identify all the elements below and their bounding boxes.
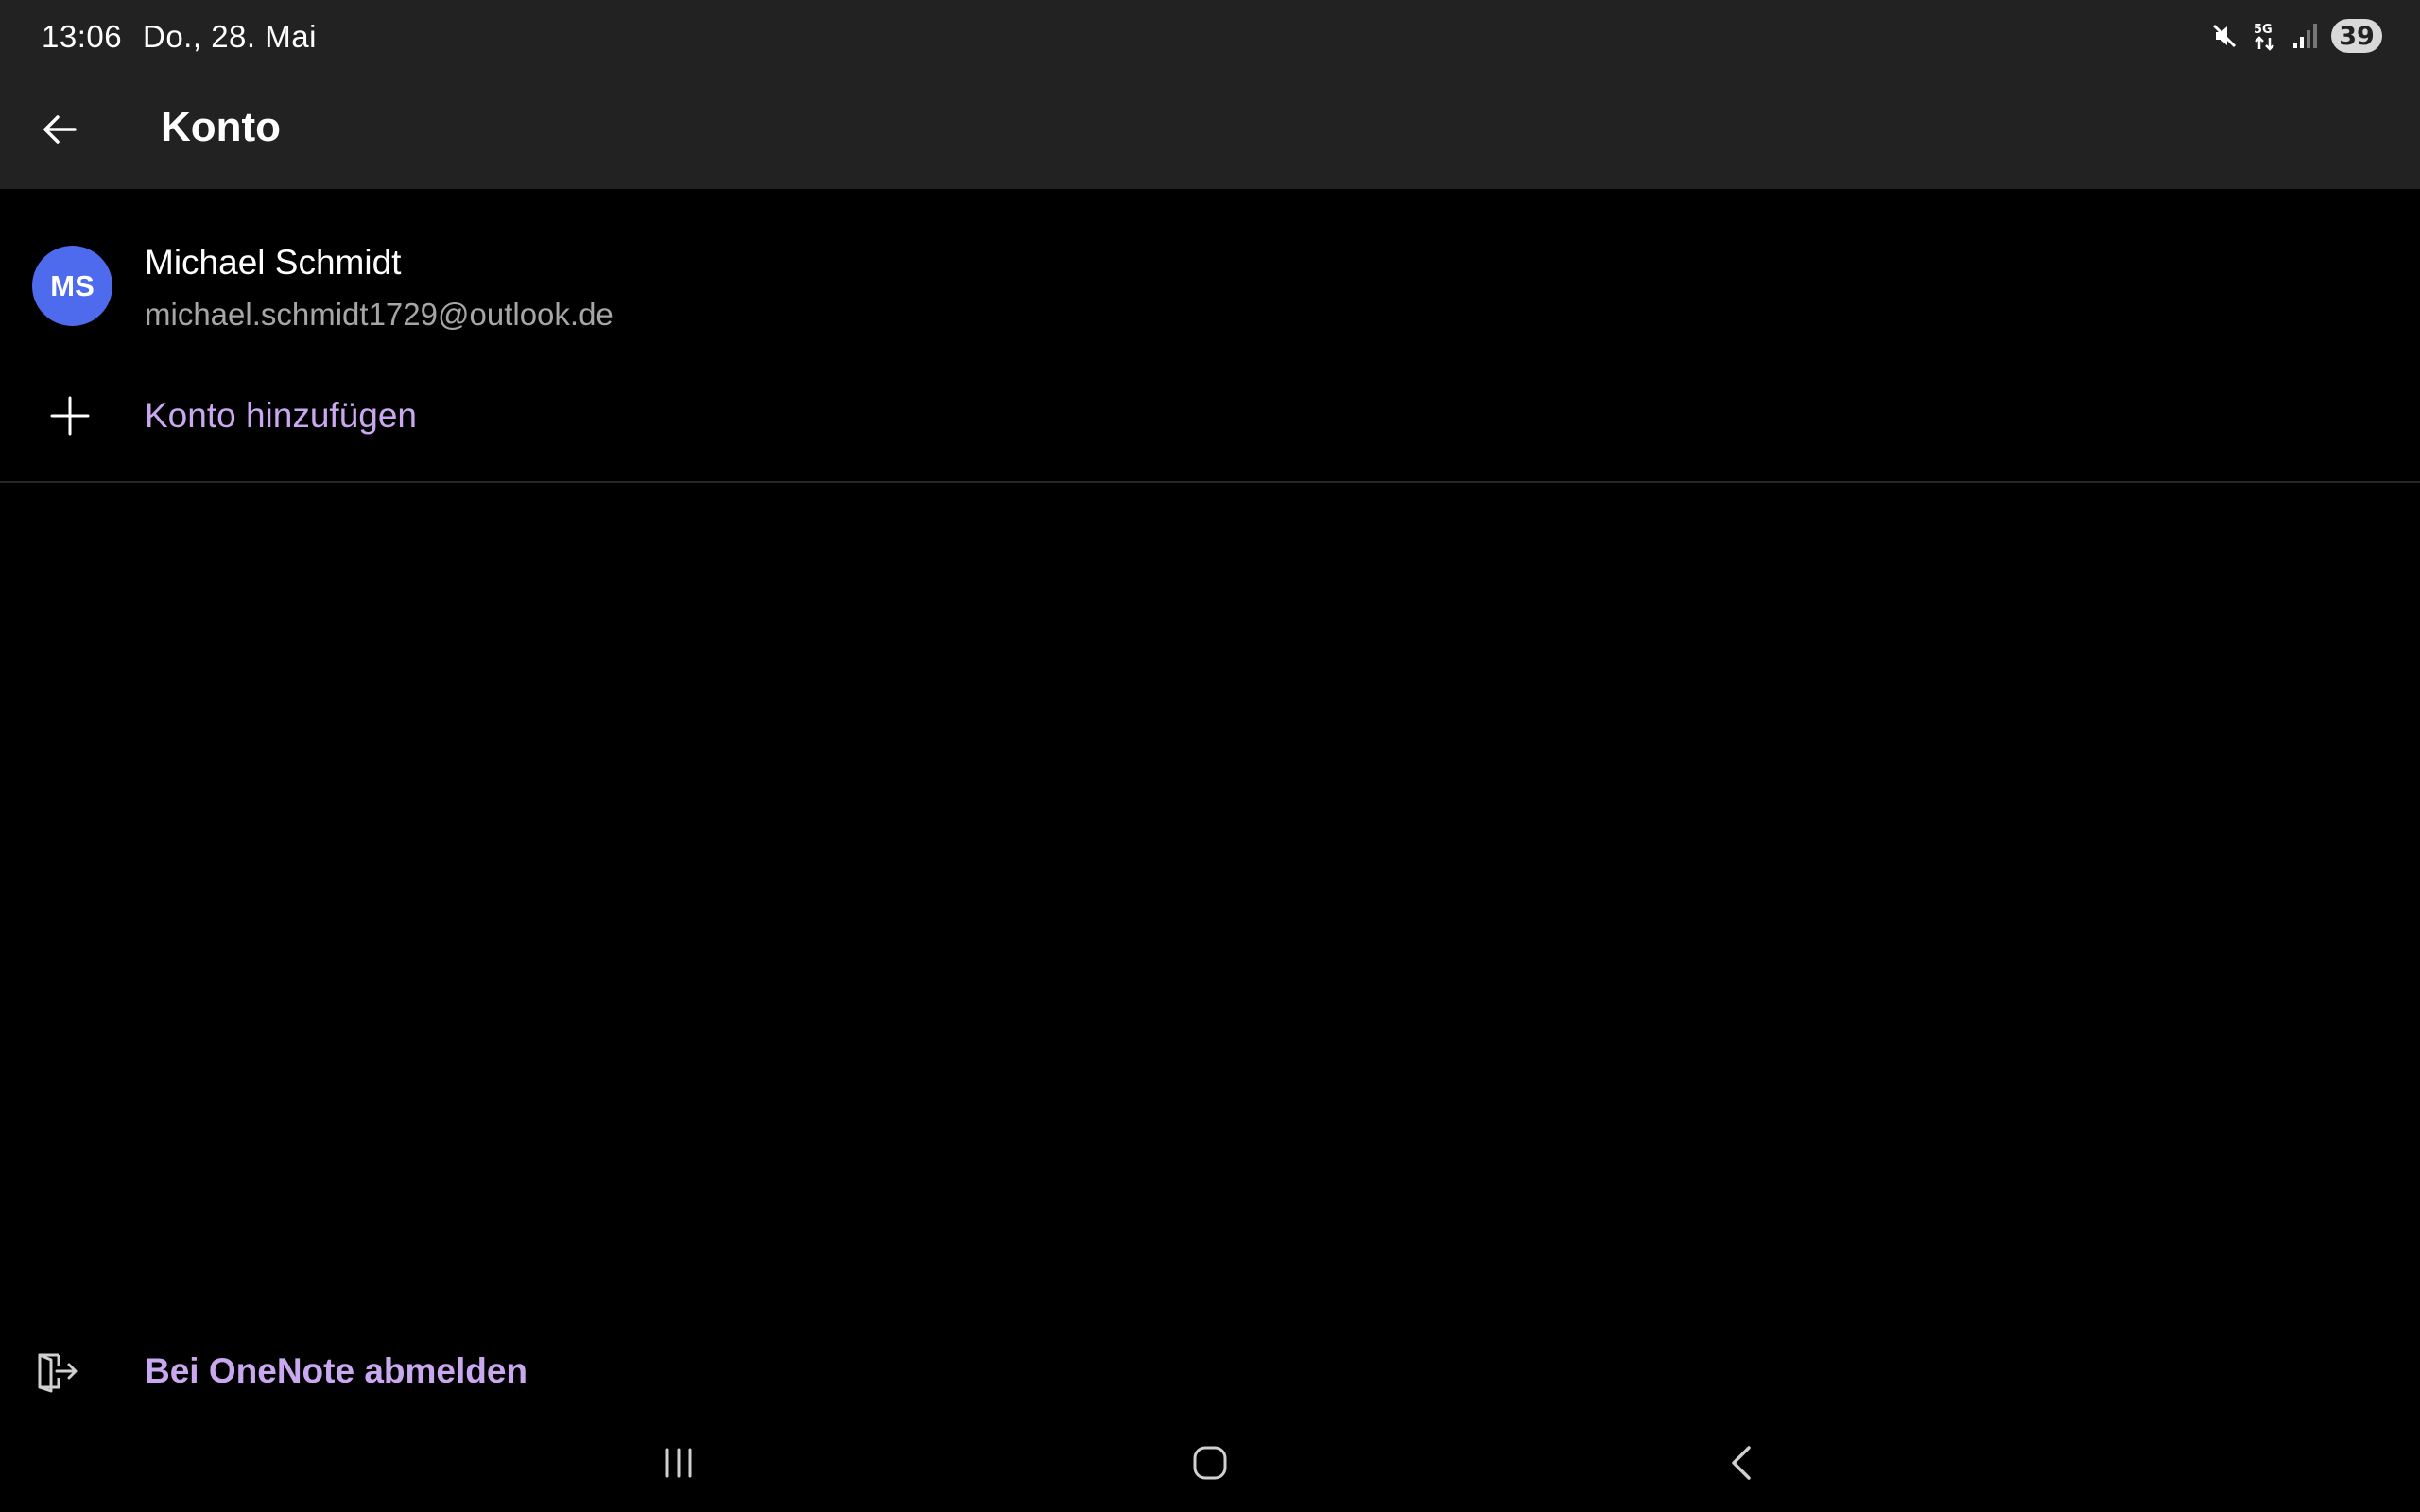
status-bar: 13:06 Do., 28. Mai 5G 39 xyxy=(0,0,2420,74)
back-icon xyxy=(1724,1444,1758,1486)
status-time: 13:06 xyxy=(42,19,123,54)
recent-apps-button[interactable] xyxy=(641,1436,717,1493)
divider xyxy=(0,481,2420,483)
nav-back-button[interactable] xyxy=(1703,1436,1779,1493)
avatar: MS xyxy=(32,246,112,326)
account-name: Michael Schmidt xyxy=(145,243,402,282)
plus-icon xyxy=(49,395,91,437)
account-email: michael.schmidt1729@outlook.de xyxy=(145,297,614,332)
home-button[interactable] xyxy=(1172,1436,1248,1493)
mute-icon xyxy=(2210,22,2238,50)
status-date: Do., 28. Mai xyxy=(143,19,317,54)
navigation-bar xyxy=(0,1418,2420,1512)
signal-icon xyxy=(2291,22,2318,50)
arrow-left-icon xyxy=(41,111,78,153)
back-button[interactable] xyxy=(28,100,91,163)
recent-apps-icon xyxy=(660,1446,698,1485)
svg-text:5G: 5G xyxy=(2254,23,2273,37)
home-icon xyxy=(1191,1444,1229,1486)
sign-out-label: Bei OneNote abmelden xyxy=(145,1351,528,1390)
5g-icon: 5G xyxy=(2252,21,2278,51)
add-account-button[interactable]: Konto hinzufügen xyxy=(0,378,851,454)
add-account-label: Konto hinzufügen xyxy=(145,396,418,435)
page-title: Konto xyxy=(161,104,282,150)
sign-out-button[interactable]: Bei OneNote abmelden xyxy=(0,1332,851,1408)
account-row[interactable]: MS Michael Schmidt michael.schmidt1729@o… xyxy=(0,227,2420,350)
app-bar: Konto xyxy=(0,74,2420,189)
battery-indicator: 39 xyxy=(2331,19,2382,53)
sign-out-icon xyxy=(34,1349,79,1393)
status-icons: 5G 39 xyxy=(2210,17,2382,55)
